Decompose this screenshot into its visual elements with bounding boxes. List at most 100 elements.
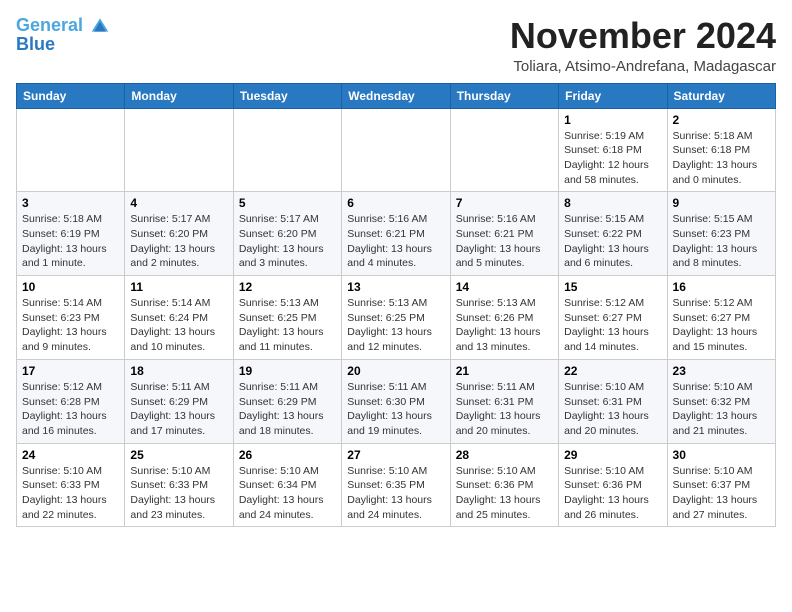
calendar-cell xyxy=(125,108,233,192)
day-info: Sunrise: 5:11 AMSunset: 6:31 PMDaylight:… xyxy=(456,380,553,439)
day-number: 22 xyxy=(564,364,661,378)
day-info: Sunrise: 5:10 AMSunset: 6:33 PMDaylight:… xyxy=(22,464,119,523)
title-block: November 2024 Toliara, Atsimo-Andrefana,… xyxy=(510,16,776,75)
day-info: Sunrise: 5:12 AMSunset: 6:28 PMDaylight:… xyxy=(22,380,119,439)
location-subtitle: Toliara, Atsimo-Andrefana, Madagascar xyxy=(510,58,776,75)
calendar-cell: 23 Sunrise: 5:10 AMSunset: 6:32 PMDayligh… xyxy=(667,359,775,443)
day-info: Sunrise: 5:10 AMSunset: 6:31 PMDaylight:… xyxy=(564,380,661,439)
day-number: 4 xyxy=(130,196,227,210)
calendar-cell: 3 Sunrise: 5:18 AMSunset: 6:19 PMDaylight… xyxy=(17,192,125,276)
calendar-cell: 29 Sunrise: 5:10 AMSunset: 6:36 PMDayligh… xyxy=(559,443,667,527)
day-number: 15 xyxy=(564,280,661,294)
calendar-cell: 11Sunrise: 5:14 AMSunset: 6:24 PMDayligh… xyxy=(125,276,233,360)
calendar-cell: 21 Sunrise: 5:11 AMSunset: 6:31 PMDayligh… xyxy=(450,359,558,443)
day-number: 8 xyxy=(564,196,661,210)
day-number: 7 xyxy=(456,196,553,210)
day-info: Sunrise: 5:11 AMSunset: 6:29 PMDaylight:… xyxy=(130,380,227,439)
calendar-cell: 16 Sunrise: 5:12 AMSunset: 6:27 PMDayligh… xyxy=(667,276,775,360)
day-info: Sunrise: 5:16 AMSunset: 6:21 PMDaylight:… xyxy=(456,212,553,271)
weekday-header-sunday: Sunday xyxy=(17,83,125,108)
calendar-cell: 5 Sunrise: 5:17 AMSunset: 6:20 PMDaylight… xyxy=(233,192,341,276)
calendar-cell: 15 Sunrise: 5:12 AMSunset: 6:27 PMDayligh… xyxy=(559,276,667,360)
calendar-cell: 14 Sunrise: 5:13 AMSunset: 6:26 PMDayligh… xyxy=(450,276,558,360)
day-info: Sunrise: 5:12 AMSunset: 6:27 PMDaylight:… xyxy=(564,296,661,355)
day-info: Sunrise: 5:10 AMSunset: 6:37 PMDaylight:… xyxy=(673,464,770,523)
calendar-cell: 18 Sunrise: 5:11 AMSunset: 6:29 PMDayligh… xyxy=(125,359,233,443)
logo: General Blue xyxy=(16,16,110,55)
day-info: Sunrise: 5:12 AMSunset: 6:27 PMDaylight:… xyxy=(673,296,770,355)
weekday-header-thursday: Thursday xyxy=(450,83,558,108)
calendar-cell: 4 Sunrise: 5:17 AMSunset: 6:20 PMDaylight… xyxy=(125,192,233,276)
calendar-cell: 7 Sunrise: 5:16 AMSunset: 6:21 PMDaylight… xyxy=(450,192,558,276)
calendar-cell: 20Sunrise: 5:11 AMSunset: 6:30 PMDayligh… xyxy=(342,359,450,443)
day-number: 3 xyxy=(22,196,119,210)
day-number: 16 xyxy=(673,280,770,294)
day-number: 13 xyxy=(347,280,444,294)
day-info: Sunrise: 5:10 AMSunset: 6:36 PMDaylight:… xyxy=(456,464,553,523)
calendar-table: SundayMondayTuesdayWednesdayThursdayFrid… xyxy=(16,83,776,528)
day-info: Sunrise: 5:14 AMSunset: 6:23 PMDaylight:… xyxy=(22,296,119,355)
day-number: 9 xyxy=(673,196,770,210)
day-info: Sunrise: 5:10 AMSunset: 6:32 PMDaylight:… xyxy=(673,380,770,439)
weekday-header-friday: Friday xyxy=(559,83,667,108)
day-info: Sunrise: 5:13 AMSunset: 6:26 PMDaylight:… xyxy=(456,296,553,355)
calendar-cell: 25Sunrise: 5:10 AMSunset: 6:33 PMDayligh… xyxy=(125,443,233,527)
day-number: 29 xyxy=(564,448,661,462)
calendar-cell: 12Sunrise: 5:13 AMSunset: 6:25 PMDayligh… xyxy=(233,276,341,360)
day-info: Sunrise: 5:11 AMSunset: 6:30 PMDaylight:… xyxy=(347,380,444,439)
day-info: Sunrise: 5:10 AMSunset: 6:35 PMDaylight:… xyxy=(347,464,444,523)
day-number: 28 xyxy=(456,448,553,462)
calendar-cell: 30 Sunrise: 5:10 AMSunset: 6:37 PMDayligh… xyxy=(667,443,775,527)
day-number: 5 xyxy=(239,196,336,210)
day-info: Sunrise: 5:15 AMSunset: 6:23 PMDaylight:… xyxy=(673,212,770,271)
calendar-cell: 28 Sunrise: 5:10 AMSunset: 6:36 PMDayligh… xyxy=(450,443,558,527)
calendar-cell: 22 Sunrise: 5:10 AMSunset: 6:31 PMDayligh… xyxy=(559,359,667,443)
calendar-cell: 2 Sunrise: 5:18 AMSunset: 6:18 PMDaylight… xyxy=(667,108,775,192)
day-info: Sunrise: 5:17 AMSunset: 6:20 PMDaylight:… xyxy=(130,212,227,271)
day-number: 26 xyxy=(239,448,336,462)
day-number: 27 xyxy=(347,448,444,462)
calendar-cell xyxy=(342,108,450,192)
calendar-cell: 8Sunrise: 5:15 AMSunset: 6:22 PMDaylight… xyxy=(559,192,667,276)
weekday-header-wednesday: Wednesday xyxy=(342,83,450,108)
day-number: 23 xyxy=(673,364,770,378)
day-number: 12 xyxy=(239,280,336,294)
calendar-cell: 27 Sunrise: 5:10 AMSunset: 6:35 PMDayligh… xyxy=(342,443,450,527)
day-info: Sunrise: 5:13 AMSunset: 6:25 PMDaylight:… xyxy=(347,296,444,355)
calendar-cell: 6Sunrise: 5:16 AMSunset: 6:21 PMDaylight… xyxy=(342,192,450,276)
day-info: Sunrise: 5:18 AMSunset: 6:18 PMDaylight:… xyxy=(673,129,770,188)
day-number: 24 xyxy=(22,448,119,462)
day-number: 21 xyxy=(456,364,553,378)
day-number: 14 xyxy=(456,280,553,294)
day-number: 1 xyxy=(564,113,661,127)
weekday-header-saturday: Saturday xyxy=(667,83,775,108)
day-number: 11 xyxy=(130,280,227,294)
day-number: 17 xyxy=(22,364,119,378)
day-number: 19 xyxy=(239,364,336,378)
day-info: Sunrise: 5:10 AMSunset: 6:36 PMDaylight:… xyxy=(564,464,661,523)
logo-text: General xyxy=(16,16,110,36)
day-info: Sunrise: 5:18 AMSunset: 6:19 PMDaylight:… xyxy=(22,212,119,271)
day-number: 30 xyxy=(673,448,770,462)
calendar-cell xyxy=(233,108,341,192)
calendar-cell: 13 Sunrise: 5:13 AMSunset: 6:25 PMDayligh… xyxy=(342,276,450,360)
weekday-header-monday: Monday xyxy=(125,83,233,108)
calendar-cell xyxy=(17,108,125,192)
day-info: Sunrise: 5:19 AMSunset: 6:18 PMDaylight:… xyxy=(564,129,661,188)
calendar-cell: 9 Sunrise: 5:15 AMSunset: 6:23 PMDaylight… xyxy=(667,192,775,276)
calendar-cell: 24 Sunrise: 5:10 AMSunset: 6:33 PMDayligh… xyxy=(17,443,125,527)
calendar-cell: 19 Sunrise: 5:11 AMSunset: 6:29 PMDayligh… xyxy=(233,359,341,443)
day-info: Sunrise: 5:11 AMSunset: 6:29 PMDaylight:… xyxy=(239,380,336,439)
day-number: 6 xyxy=(347,196,444,210)
calendar-cell: 17 Sunrise: 5:12 AMSunset: 6:28 PMDayligh… xyxy=(17,359,125,443)
logo-line2: Blue xyxy=(16,34,110,55)
day-info: Sunrise: 5:10 AMSunset: 6:33 PMDaylight:… xyxy=(130,464,227,523)
calendar-cell: 10Sunrise: 5:14 AMSunset: 6:23 PMDayligh… xyxy=(17,276,125,360)
day-number: 2 xyxy=(673,113,770,127)
day-info: Sunrise: 5:17 AMSunset: 6:20 PMDaylight:… xyxy=(239,212,336,271)
day-number: 18 xyxy=(130,364,227,378)
weekday-header-tuesday: Tuesday xyxy=(233,83,341,108)
month-title: November 2024 xyxy=(510,16,776,56)
day-info: Sunrise: 5:10 AMSunset: 6:34 PMDaylight:… xyxy=(239,464,336,523)
calendar-cell: 1 Sunrise: 5:19 AMSunset: 6:18 PMDaylight… xyxy=(559,108,667,192)
